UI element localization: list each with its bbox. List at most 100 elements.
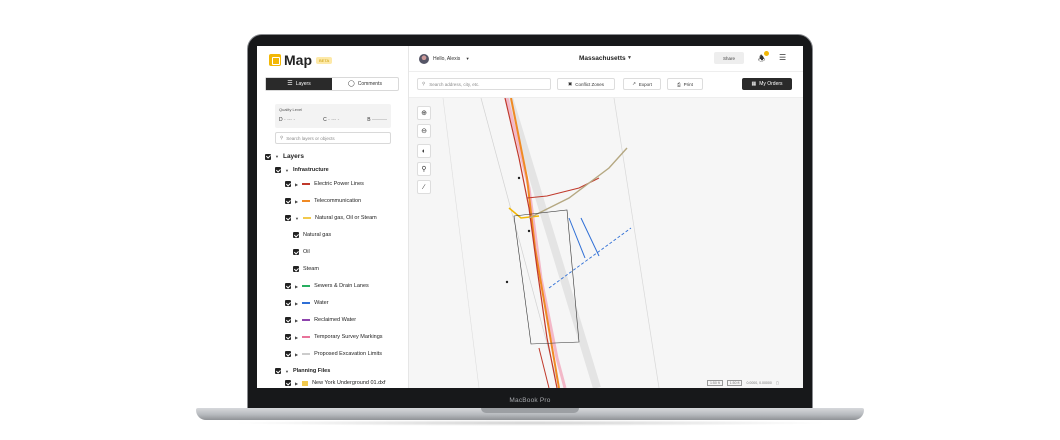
caret-down-icon[interactable]: ▼ [285, 168, 289, 173]
checkbox[interactable] [275, 368, 281, 374]
my-orders-button[interactable]: ▦ My Orders [742, 78, 792, 90]
layer-label: Natural gas, Oil or Steam [314, 215, 377, 221]
beta-badge: BETA [316, 56, 333, 64]
orders-label: My Orders [759, 81, 783, 87]
share-button[interactable]: Share [714, 52, 744, 64]
checkbox[interactable] [285, 334, 291, 340]
quality-level-label: Quality Level [279, 107, 303, 112]
location-pin-icon[interactable]: ⚲ [417, 162, 431, 176]
checkbox[interactable] [285, 283, 291, 289]
planning-label: New York Underground 01.dxf [312, 380, 386, 386]
checkbox[interactable] [265, 153, 271, 160]
tree-row-planning[interactable]: ▼ Planning Files [275, 368, 330, 374]
address-search-input[interactable]: ⚲ Search address, city, etc. [417, 78, 551, 90]
caret-right-icon[interactable]: ▶ [295, 284, 298, 289]
conflict-zones-button[interactable]: ▣ Conflict Zones [557, 78, 615, 90]
caret-right-icon[interactable]: ▶ [295, 182, 298, 187]
layer-row-natural-gas[interactable]: Natural gas [293, 232, 331, 238]
checkbox[interactable] [293, 232, 299, 238]
layer-row-gas-oil-steam[interactable]: ▼ Natural gas, Oil or Steam [285, 215, 377, 221]
sidebar: Map BETA ☰ Layers ◯ Comments Quality Lev… [257, 46, 409, 388]
greeting-text: Hello, Alexis [433, 56, 461, 62]
avatar[interactable] [419, 54, 429, 64]
caret-down-icon[interactable]: ▼ [295, 216, 299, 221]
layer-search-input[interactable]: ⚲ Search layers or objects [275, 132, 391, 144]
caret-right-icon[interactable]: ▶ [295, 318, 298, 323]
layer-row-telecom[interactable]: ▶ Telecommunication [285, 198, 361, 204]
caret-right-icon[interactable]: ▶ [295, 352, 298, 357]
layer-row-reclaimed[interactable]: ▶ Reclaimed Water [285, 317, 356, 323]
chevron-down-icon: ▼ [465, 56, 470, 61]
address-search-placeholder: Search address, city, etc. [429, 81, 480, 87]
chevron-down-icon: ▼ [627, 55, 632, 61]
checkbox[interactable] [285, 181, 291, 187]
layer-label: Sewers & Drain Lanes [314, 283, 369, 289]
checkbox[interactable] [285, 215, 291, 221]
layer-label: Reclaimed Water [314, 317, 357, 323]
layer-row-water[interactable]: ▶ Water [285, 300, 329, 306]
layer-label: Proposed Excavation Limits [314, 351, 382, 357]
tab-comments-label: Comments [357, 81, 382, 87]
tab-comments[interactable]: ◯ Comments [332, 78, 398, 90]
checkbox[interactable] [285, 351, 291, 357]
export-button[interactable]: ↗ Export [623, 78, 661, 90]
reclaimed-swatch [302, 319, 311, 321]
map-icon: ▦ [751, 81, 757, 87]
zoom-in-icon[interactable]: ⊕ [417, 106, 431, 120]
menu-icon[interactable]: ☰ [779, 53, 786, 62]
user-menu[interactable]: Hello, Alexis ▼ [433, 56, 470, 62]
print-label: Print [683, 81, 693, 87]
layer-label: Oil [303, 249, 310, 255]
layer-row-electric[interactable]: ▶ Electric Power Lines [285, 181, 364, 187]
planning-row-ny[interactable]: ▶ New York Underground 01.dxf [285, 380, 385, 386]
caret-right-icon[interactable]: ▶ [295, 335, 298, 340]
coordinate-readout: 0.0000, 0.00000 [746, 381, 772, 385]
checkbox[interactable] [293, 266, 299, 272]
checkbox[interactable] [285, 300, 291, 306]
print-icon: ⎙ [677, 81, 681, 87]
layer-label: Steam [303, 266, 319, 272]
search-icon: ⚲ [422, 81, 426, 86]
tree-row-layers[interactable]: ▼ Layers [265, 153, 304, 160]
map-canvas[interactable]: ⊕ ⊖ ◐ ⚲ ∕ [409, 98, 803, 388]
layer-row-excavation[interactable]: ▶ Proposed Excavation Limits [285, 351, 382, 357]
caret-right-icon[interactable]: ▶ [295, 381, 298, 386]
layer-row-survey[interactable]: ▶ Temporary Survey Markings [285, 334, 383, 340]
app-logo[interactable]: Map BETA [269, 52, 333, 68]
quality-level-c[interactable]: C - --- - [323, 117, 339, 123]
caret-right-icon[interactable]: ▶ [295, 199, 298, 204]
region-selector[interactable]: Massachusetts [579, 55, 626, 62]
layer-row-steam[interactable]: Steam [293, 266, 319, 272]
file-icon [302, 380, 309, 386]
layer-row-sewers[interactable]: ▶ Sewers & Drain Lanes [285, 283, 369, 289]
conflict-label: Conflict Zones [575, 81, 605, 87]
tree-row-infrastructure[interactable]: ▼ Infrastructure [275, 167, 329, 173]
checkbox[interactable] [285, 198, 291, 204]
tab-layers[interactable]: ☰ Layers [266, 78, 332, 90]
print-button[interactable]: ⎙ Print [667, 78, 703, 90]
caret-right-icon[interactable]: ▶ [295, 301, 298, 306]
layer-row-oil[interactable]: Oil [293, 249, 310, 255]
road-edge-line [442, 98, 480, 388]
caret-down-icon[interactable]: ▼ [285, 369, 289, 374]
checkbox[interactable] [293, 249, 299, 255]
ruler-icon[interactable]: ∕ [417, 180, 431, 194]
checkbox[interactable] [285, 380, 291, 386]
checkbox[interactable] [275, 167, 281, 173]
excavation-swatch [302, 353, 311, 355]
fullscreen-icon[interactable]: ▢ [776, 381, 779, 385]
map-drawing [442, 98, 660, 388]
tree-infrastructure-label: Infrastructure [292, 167, 329, 173]
road-edge-line [613, 98, 660, 388]
layer-label: Temporary Survey Markings [314, 334, 383, 340]
tree-planning-label: Planning Files [292, 368, 331, 374]
quality-level-b[interactable]: B ——— [367, 117, 387, 123]
layer-label: Natural gas [303, 232, 332, 238]
quality-level-d[interactable]: D - --- - [279, 117, 295, 123]
checkbox[interactable] [285, 317, 291, 323]
layers-toggle-icon[interactable]: ◐ [417, 144, 431, 158]
tab-layers-label: Layers [295, 81, 311, 87]
zoom-out-icon[interactable]: ⊖ [417, 124, 431, 138]
sidebar-tabs: ☰ Layers ◯ Comments [265, 77, 399, 91]
caret-down-icon[interactable]: ▼ [275, 154, 279, 159]
